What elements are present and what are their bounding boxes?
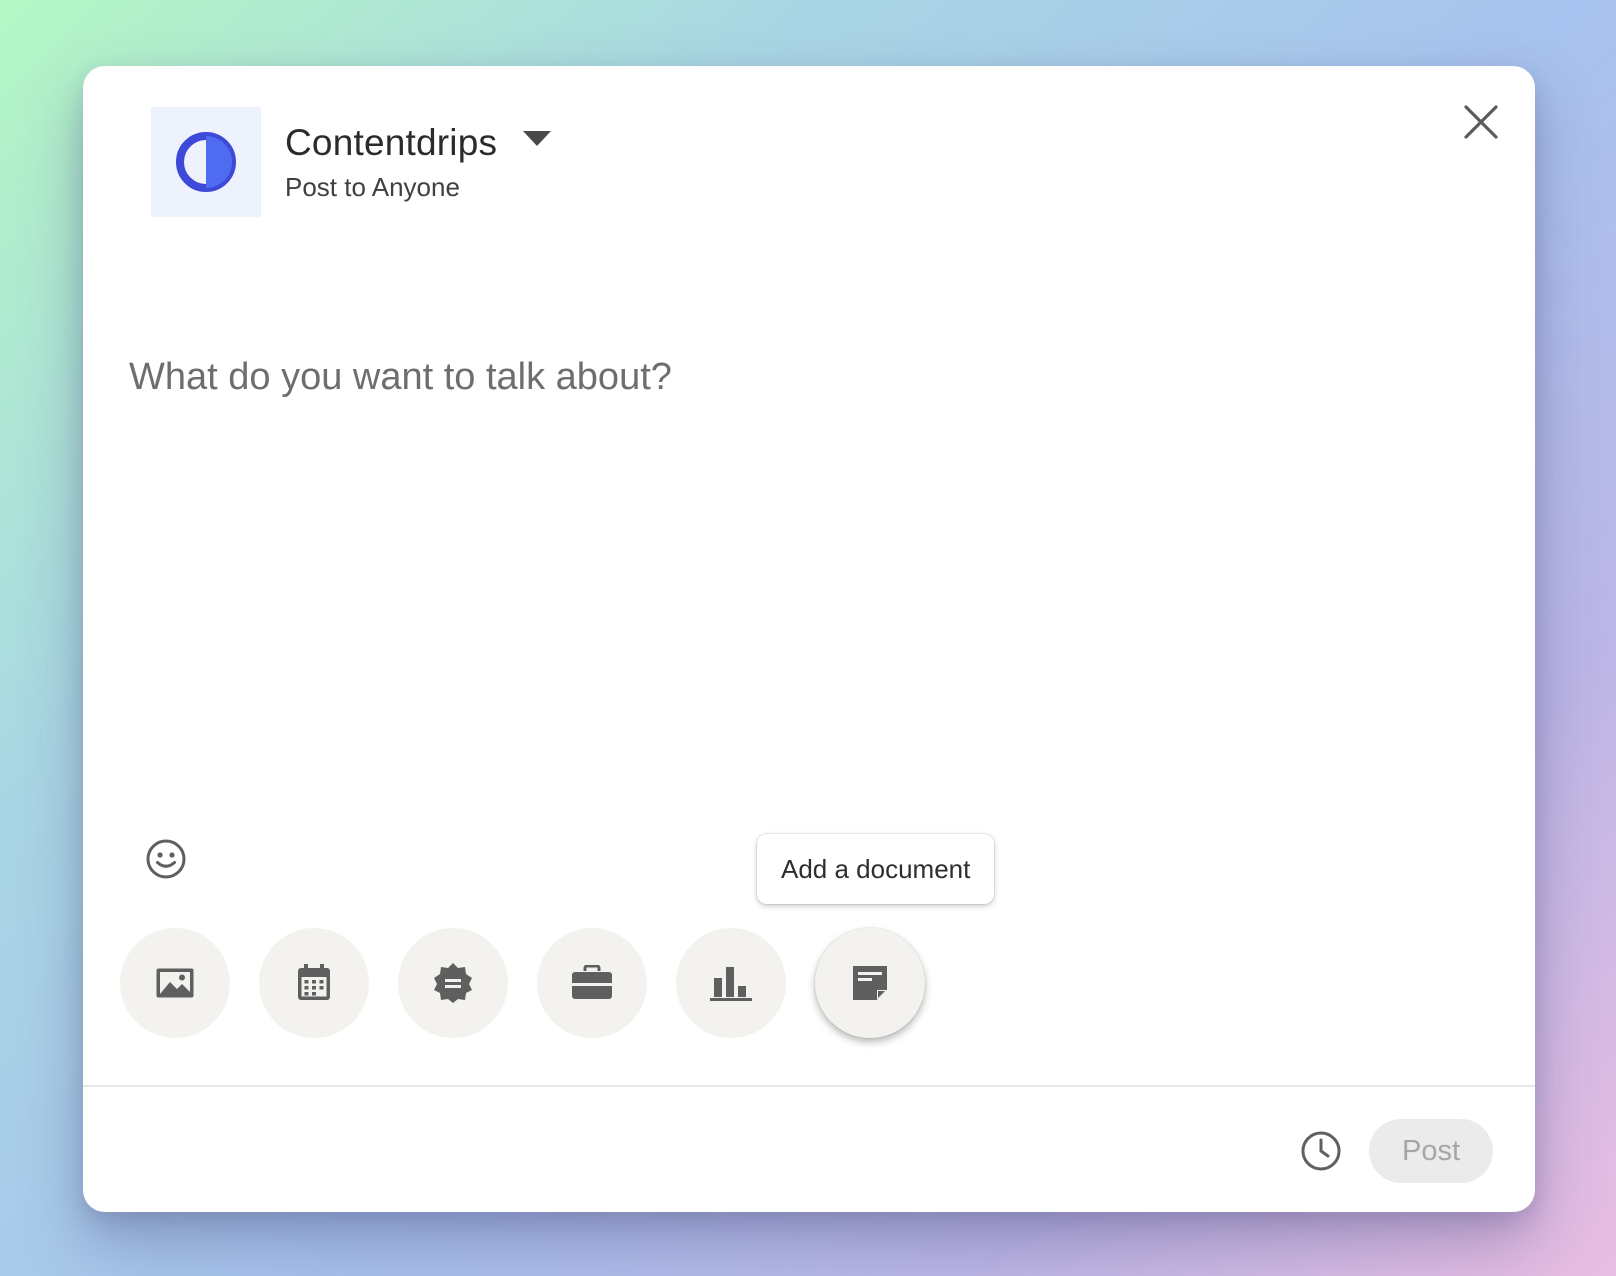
celebrate-button[interactable] [398, 928, 508, 1038]
caret-down-icon[interactable] [523, 131, 552, 146]
close-button[interactable] [1453, 94, 1509, 150]
account-selector[interactable]: Contentdrips Post to Anyone [151, 107, 552, 217]
close-icon [1464, 105, 1498, 139]
create-event-button[interactable] [259, 928, 369, 1038]
clock-icon [1301, 1131, 1341, 1171]
share-modal: Contentdrips Post to Anyone Add a docume… [83, 66, 1535, 1212]
audience-label: Post to Anyone [285, 171, 460, 202]
schedule-post-button[interactable] [1298, 1128, 1344, 1174]
tooltip-add-document: Add a document [757, 834, 995, 904]
calendar-icon [298, 964, 330, 1000]
image-icon [156, 968, 194, 998]
smiley-icon [146, 839, 186, 879]
emoji-button[interactable] [141, 834, 191, 884]
account-name: Contentdrips [285, 121, 498, 163]
create-poll-button[interactable] [676, 928, 786, 1038]
toolbar [120, 928, 925, 1038]
avatar [151, 107, 261, 217]
hiring-button[interactable] [537, 928, 647, 1038]
post-text-input[interactable] [129, 356, 1469, 776]
badge-icon [434, 963, 472, 1003]
bar-chart-icon [710, 967, 752, 1001]
account-name-row: Contentdrips [285, 121, 552, 164]
add-photo-button[interactable] [120, 928, 230, 1038]
post-button[interactable]: Post [1369, 1119, 1493, 1183]
briefcase-icon [572, 965, 612, 999]
document-icon [853, 966, 887, 1000]
add-document-button[interactable] [815, 928, 925, 1038]
half-circle-logo-icon [176, 132, 236, 192]
footer-divider [83, 1085, 1535, 1087]
account-info: Contentdrips Post to Anyone [285, 121, 552, 203]
